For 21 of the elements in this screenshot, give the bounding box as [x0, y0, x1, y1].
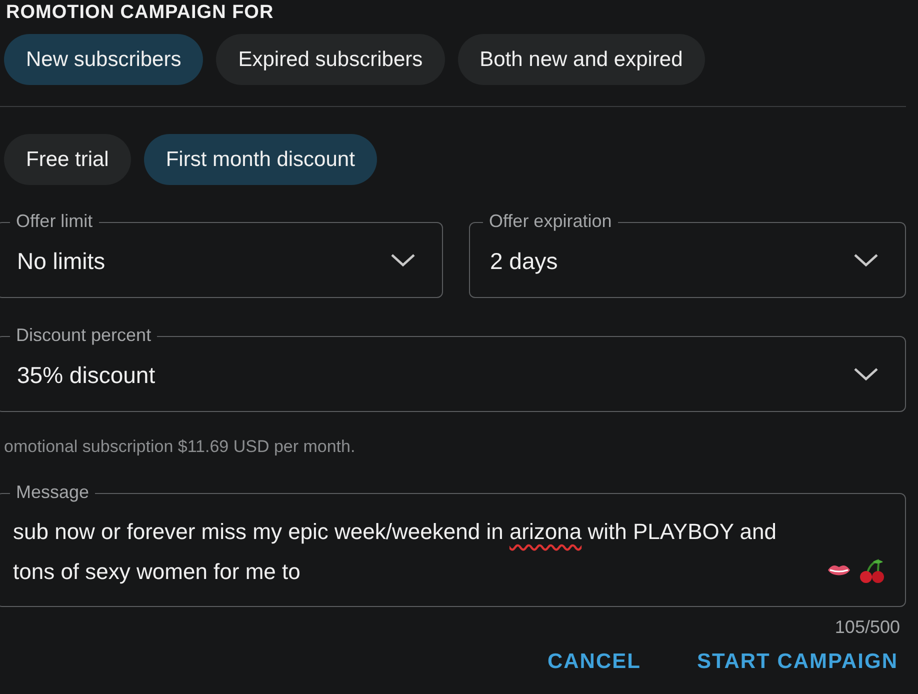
helper-text: omotional subscription $11.69 USD per month. — [4, 437, 356, 457]
lips-icon — [827, 564, 851, 578]
chevron-down-icon — [853, 366, 879, 382]
chevron-down-icon — [853, 252, 879, 268]
option-chip[interactable]: New subscribers — [4, 34, 204, 85]
field-value: 2 days — [490, 246, 558, 274]
option-chip[interactable]: Free trial — [4, 134, 131, 185]
start-campaign-button[interactable]: START CAMPAIGN — [696, 650, 898, 674]
message-text: sub now or forever miss my epic week/weekend in arizona with PLAYBOY and tons of sexy women for me to — [13, 518, 778, 586]
chevron-down-icon — [390, 252, 416, 268]
option-chip[interactable]: First month discount — [144, 134, 377, 185]
field-label: Offer expiration — [483, 211, 618, 232]
field-value: 35% discount — [17, 360, 156, 388]
cherries-icon — [859, 558, 885, 584]
field-value: No limits — [17, 246, 106, 274]
dialog-title: ROMOTION CAMPAIGN FOR — [5, 2, 275, 24]
character-counter: 105/500 — [834, 617, 900, 638]
option-chip[interactable]: Both new and expired — [458, 34, 705, 85]
cancel-button[interactable]: CANCEL — [547, 650, 641, 674]
field-label: Discount percent — [10, 325, 158, 346]
option-chip[interactable]: Expired subscribers — [216, 34, 445, 85]
